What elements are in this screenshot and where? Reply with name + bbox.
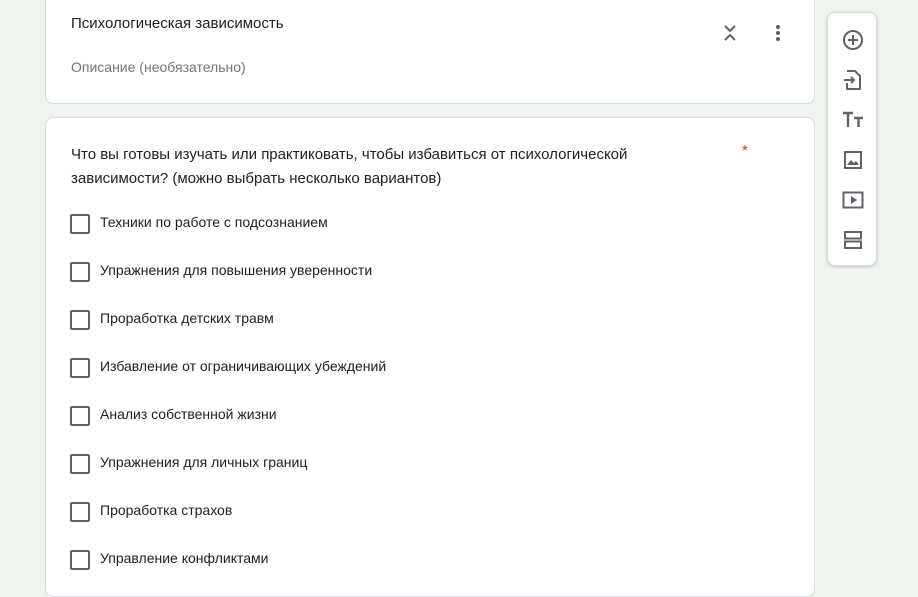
checkbox-option[interactable]: Упражнения для повышения уверенности [70, 258, 386, 306]
section-header-card[interactable]: Психологическая зависимость Описание (не… [45, 0, 815, 104]
add-question-button[interactable] [840, 27, 866, 53]
import-questions-button[interactable] [840, 67, 866, 93]
checkbox[interactable] [70, 550, 90, 570]
option-label: Избавление от ограничивающих убеждений [100, 358, 387, 374]
checkbox-option[interactable]: Упражнения для личных границ [70, 450, 386, 498]
checkbox[interactable] [70, 358, 90, 378]
option-label: Упражнения для повышения уверенности [100, 262, 373, 278]
more-vert-icon [776, 25, 780, 41]
question-title: Что вы готовы изучать или практиковать, … [71, 146, 628, 187]
add-video-icon [842, 191, 864, 209]
add-title-icon [843, 111, 863, 127]
checkbox-option[interactable]: Управление конфликтами [70, 546, 386, 594]
add-section-icon [844, 231, 862, 249]
required-marker: * [742, 142, 748, 159]
option-label: Упражнения для личных границ [100, 454, 308, 470]
section-title[interactable]: Психологическая зависимость [71, 15, 284, 32]
option-label: Анализ собственной жизни [100, 406, 277, 422]
checkbox-option[interactable]: Проработка детских травм [70, 306, 386, 354]
checkbox[interactable] [70, 262, 90, 282]
more-options-button[interactable] [766, 21, 790, 45]
import-questions-icon [844, 70, 861, 90]
checkbox[interactable] [70, 502, 90, 522]
checkbox[interactable] [70, 214, 90, 234]
question-card[interactable]: Что вы готовы изучать или практиковать, … [45, 117, 815, 597]
checkbox[interactable] [70, 310, 90, 330]
checkbox-options-list: Техники по работе с подсознанием Упражне… [70, 210, 386, 594]
add-image-button[interactable] [840, 147, 866, 173]
collapse-section-button[interactable] [718, 21, 742, 45]
section-description-field[interactable]: Описание (необязательно) [71, 59, 246, 75]
add-video-button[interactable] [840, 187, 866, 213]
checkbox-option[interactable]: Избавление от ограничивающих убеждений [70, 354, 386, 402]
checkbox[interactable] [70, 406, 90, 426]
checkbox[interactable] [70, 454, 90, 474]
option-label: Техники по работе с подсознанием [100, 214, 328, 230]
collapse-icon [724, 25, 736, 41]
add-section-button[interactable] [840, 227, 866, 253]
option-label: Проработка детских травм [100, 310, 274, 326]
add-image-icon [844, 151, 862, 169]
add-question-icon [843, 30, 863, 50]
checkbox-option[interactable]: Анализ собственной жизни [70, 402, 386, 450]
floating-toolbar [827, 12, 877, 266]
checkbox-option[interactable]: Техники по работе с подсознанием [70, 210, 386, 258]
add-title-button[interactable] [840, 107, 866, 133]
option-label: Управление конфликтами [100, 550, 269, 566]
option-label: Проработка страхов [100, 502, 233, 518]
checkbox-option[interactable]: Проработка страхов [70, 498, 386, 546]
